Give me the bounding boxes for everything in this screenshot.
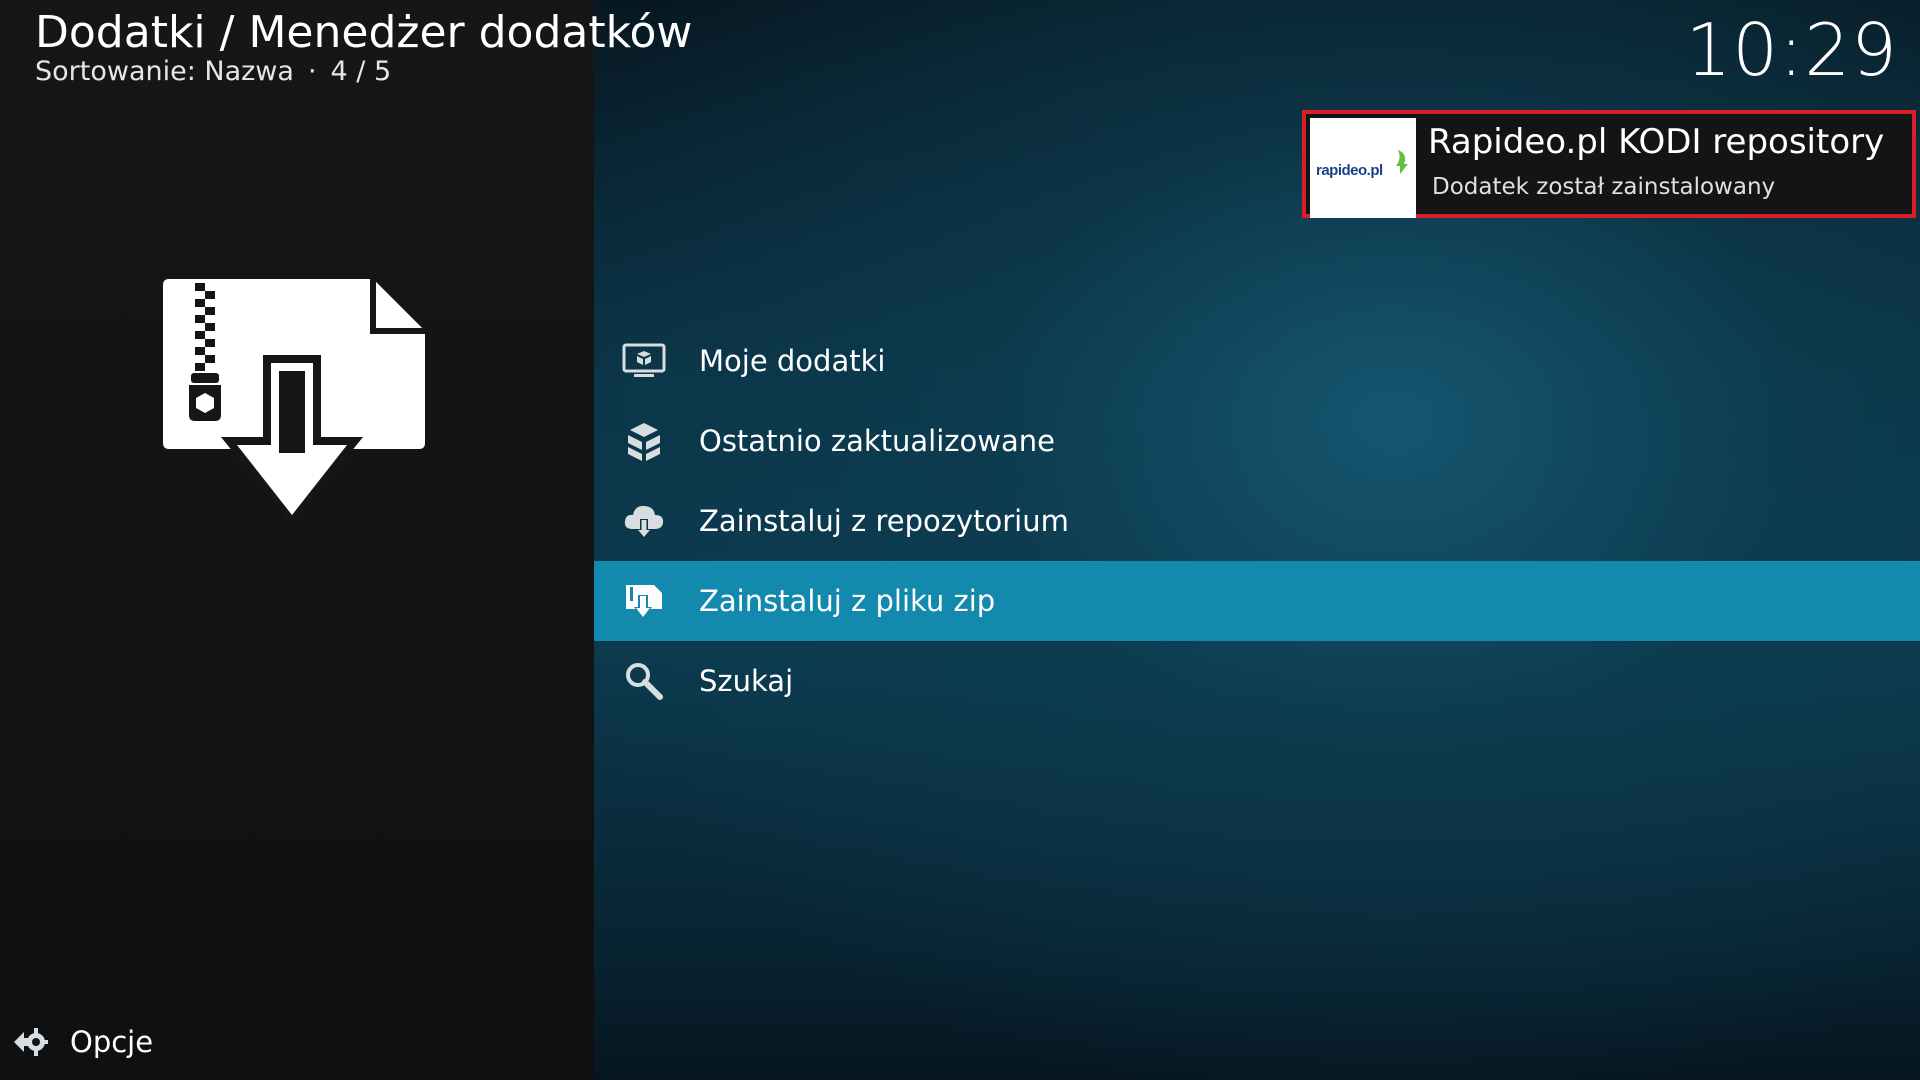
sort-label: Sortowanie: Nazwa xyxy=(35,56,294,87)
boxes-stack-icon xyxy=(628,423,660,461)
zip-download-icon xyxy=(626,585,662,619)
menu-item-szukaj[interactable]: Szukaj xyxy=(594,641,1920,721)
cloud-download-icon xyxy=(624,505,664,539)
addon-installed-notification: rapideo.pl Rapideo.pl KODI repository Do… xyxy=(1302,110,1916,218)
menu-item-label: Szukaj xyxy=(699,664,794,698)
search-icon xyxy=(626,663,663,700)
monitor-box-icon xyxy=(622,343,666,377)
gear-arrows-icon xyxy=(14,1028,48,1056)
menu-item-label: Moje dodatki xyxy=(699,344,886,378)
options-button[interactable]: Opcje xyxy=(12,1022,153,1062)
notification-message: Dodatek został zainstalowany xyxy=(1432,174,1776,200)
separator-dot: · xyxy=(307,56,317,87)
logo-arrow-icon xyxy=(1396,150,1408,174)
options-label: Opcje xyxy=(70,1025,154,1059)
item-position: 4 / 5 xyxy=(330,56,392,87)
left-info-panel xyxy=(0,0,594,1080)
menu-item-moje-dodatki[interactable]: Moje dodatki xyxy=(594,321,1920,401)
menu-item-label: Ostatnio zaktualizowane xyxy=(699,424,1055,458)
zip-download-icon xyxy=(163,275,428,530)
menu-item-zainstaluj-z-repozytorium[interactable]: Zainstaluj z repozytorium xyxy=(594,481,1920,561)
addon-manager-menu: Moje dodatki Ostatnio zaktualizowane Zai… xyxy=(594,321,1920,721)
page-title: Dodatki / Menedżer dodatków xyxy=(35,7,693,58)
menu-item-ostatnio-zaktualizowane[interactable]: Ostatnio zaktualizowane xyxy=(594,401,1920,481)
menu-item-label: Zainstaluj z pliku zip xyxy=(699,584,996,618)
notification-title: Rapideo.pl KODI repository xyxy=(1428,122,1885,162)
menu-item-zainstaluj-z-pliku-zip[interactable]: Zainstaluj z pliku zip xyxy=(594,561,1920,641)
menu-item-label: Zainstaluj z repozytorium xyxy=(699,504,1069,538)
logo-text: rapideo.pl xyxy=(1316,162,1383,179)
rapideo-logo: rapideo.pl xyxy=(1310,118,1416,218)
kodi-addon-manager-screen: Dodatki / Menedżer dodatków Sortowanie: … xyxy=(0,0,1920,1080)
clock: 10:29 xyxy=(1685,8,1898,92)
sort-info: Sortowanie: Nazwa · 4 / 5 xyxy=(35,54,391,90)
